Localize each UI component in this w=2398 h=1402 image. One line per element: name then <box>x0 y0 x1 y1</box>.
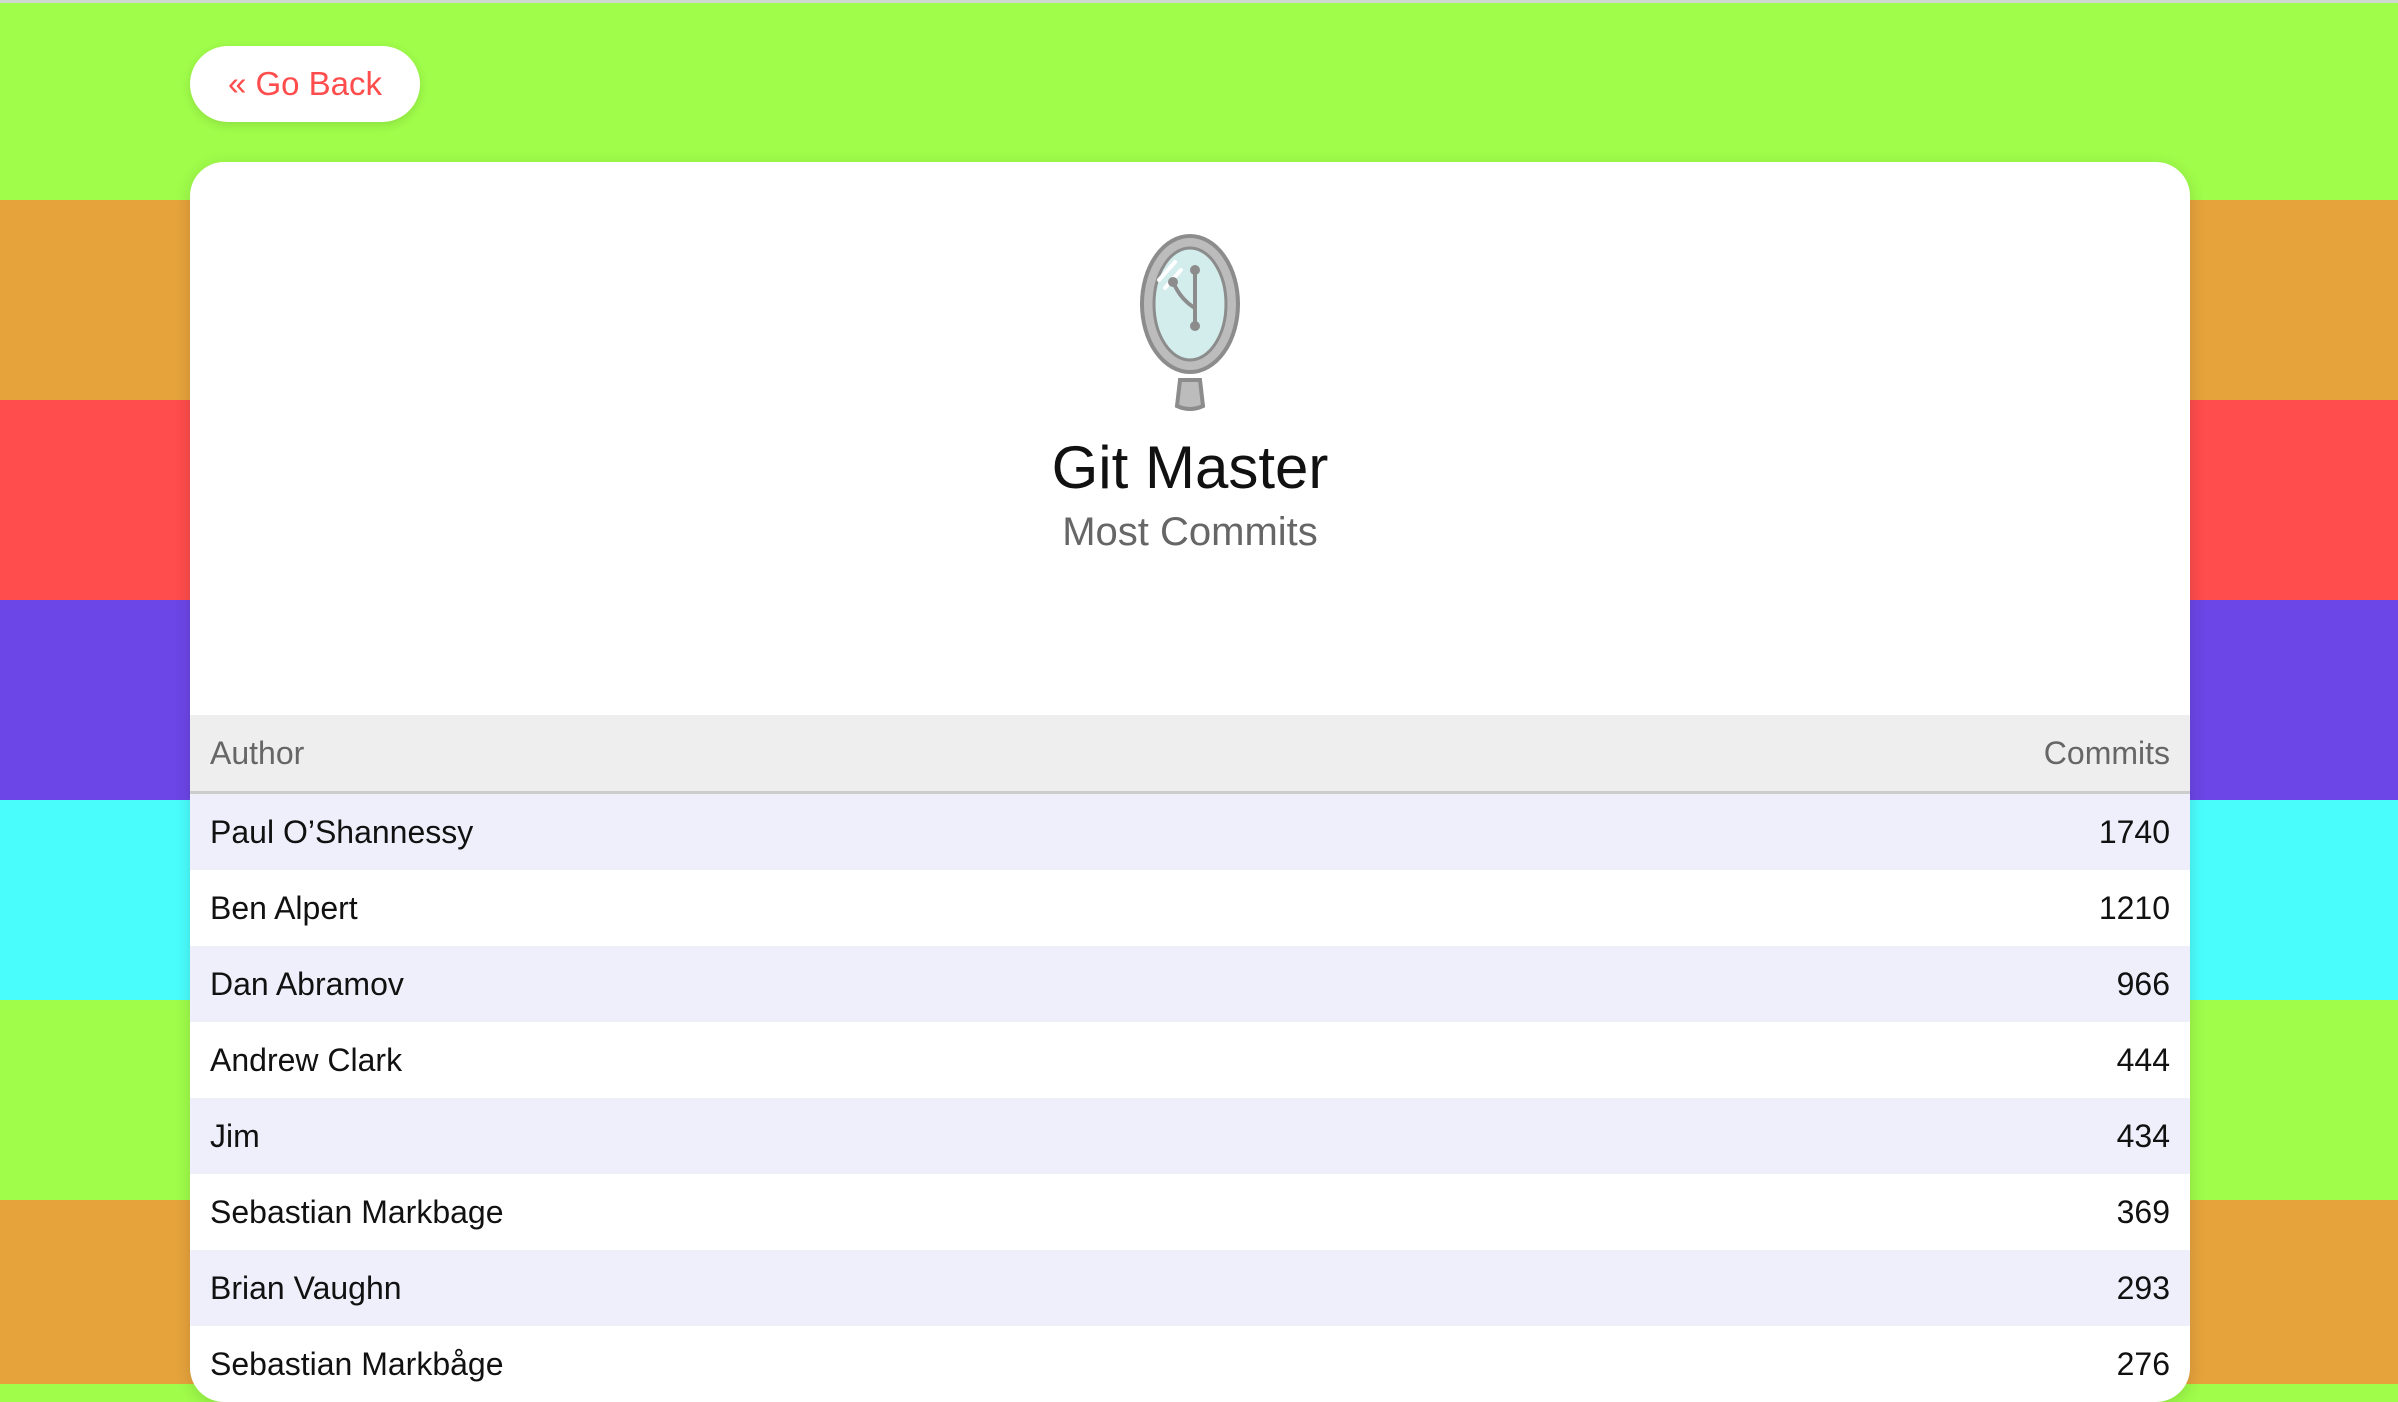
commits-cell: 1740 <box>2098 813 2170 850</box>
author-cell: Sebastian Markbåge <box>210 1345 504 1382</box>
award-card: Git Master Most Commits Author Commits P… <box>190 162 2190 1402</box>
commits-cell: 293 <box>2116 1269 2170 1306</box>
table-row: Jim 434 <box>190 1098 2190 1174</box>
award-title: Git Master <box>1051 434 1329 501</box>
commits-cell: 966 <box>2116 965 2170 1002</box>
commits-column-header: Commits <box>2043 734 2170 771</box>
author-cell: Sebastian Markbage <box>210 1193 504 1230</box>
top-border <box>0 0 2398 3</box>
commits-table: Author Commits Paul O’Shannessy 1740 Ben… <box>190 715 2190 1402</box>
table-row: Andrew Clark 444 <box>190 1022 2190 1098</box>
table-row: Paul O’Shannessy 1740 <box>190 794 2190 870</box>
author-column-header: Author <box>210 734 305 771</box>
table-header: Author Commits <box>190 715 2190 794</box>
commits-cell: 434 <box>2116 1117 2170 1154</box>
table-row: Brian Vaughn 293 <box>190 1250 2190 1326</box>
award-subtitle: Most Commits <box>1062 510 1318 554</box>
author-cell: Andrew Clark <box>210 1041 403 1078</box>
author-cell: Jim <box>210 1117 260 1154</box>
commits-cell: 444 <box>2116 1041 2170 1078</box>
author-cell: Paul O’Shannessy <box>210 813 474 850</box>
commits-cell: 369 <box>2116 1193 2170 1230</box>
go-back-button[interactable]: « Go Back <box>190 46 420 122</box>
table-row: Dan Abramov 966 <box>190 946 2190 1022</box>
table-row: Ben Alpert 1210 <box>190 870 2190 946</box>
author-cell: Dan Abramov <box>210 965 404 1002</box>
table-row: Sebastian Markbage 369 <box>190 1174 2190 1250</box>
table-row: Sebastian Markbåge 276 <box>190 1326 2190 1402</box>
mirror-git-branch-icon <box>1140 234 1240 411</box>
author-cell: Brian Vaughn <box>210 1269 402 1306</box>
commits-cell: 276 <box>2116 1345 2170 1382</box>
author-cell: Ben Alpert <box>210 889 358 926</box>
commits-cell: 1210 <box>2098 889 2170 926</box>
